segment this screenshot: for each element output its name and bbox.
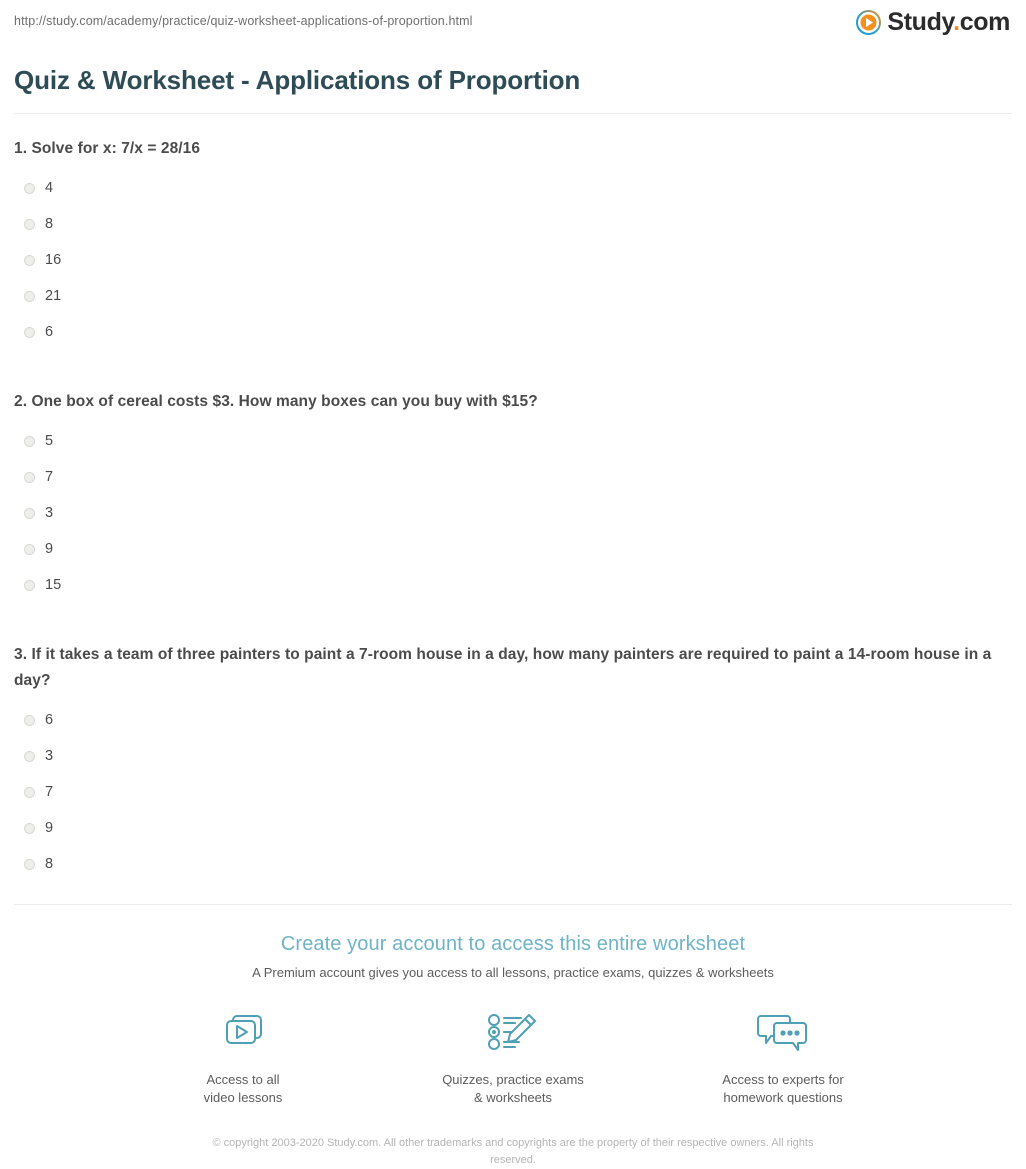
option-label: 8 xyxy=(45,856,54,872)
create-account-cta: Create your account to access this entir… xyxy=(14,904,1012,1107)
question-text: 3. If it takes a team of three painters … xyxy=(14,646,992,689)
questions-list: 1. Solve for x: 7/x = 28/16 4 8 16 21 6 … xyxy=(14,136,1012,882)
quiz-pencil-icon xyxy=(433,1009,593,1061)
option-label: 8 xyxy=(45,216,54,232)
radio-button[interactable] xyxy=(24,822,35,834)
question-text: 1. Solve for x: 7/x = 28/16 xyxy=(14,140,201,157)
premium-features: Access to all video lessons Quizzes, pra… xyxy=(14,1009,1012,1107)
feature-quizzes: Quizzes, practice exams & worksheets xyxy=(433,1009,593,1107)
question-spacer xyxy=(14,367,1012,389)
worksheet-page: http://study.com/academy/practice/quiz-w… xyxy=(0,0,1026,1166)
option-row[interactable]: 8 xyxy=(14,206,1012,242)
speech-bubbles-icon xyxy=(703,1009,863,1061)
study-com-logo[interactable]: Study.com xyxy=(856,10,1012,35)
radio-button[interactable] xyxy=(24,579,35,591)
option-row[interactable]: 7 xyxy=(14,459,1012,495)
option-label: 15 xyxy=(45,577,62,593)
radio-button[interactable] xyxy=(24,858,35,870)
option-label: 7 xyxy=(45,469,54,485)
logo-wordmark: Study.com xyxy=(887,10,1010,35)
option-row[interactable]: 3 xyxy=(14,495,1012,531)
feature-label: Access to experts for homework questions xyxy=(722,1072,844,1105)
option-row[interactable]: 3 xyxy=(14,738,1012,774)
option-row[interactable]: 8 xyxy=(14,846,1012,882)
option-label: 21 xyxy=(45,288,62,304)
radio-button[interactable] xyxy=(24,714,35,726)
option-label: 9 xyxy=(45,820,54,836)
radio-button[interactable] xyxy=(24,435,35,447)
page-title: Quiz & Worksheet - Applications of Propo… xyxy=(14,65,581,95)
cta-subtitle: A Premium account gives you access to al… xyxy=(252,965,774,980)
option-row[interactable]: 21 xyxy=(14,278,1012,314)
option-label: 7 xyxy=(45,784,54,800)
option-label: 4 xyxy=(45,180,54,196)
option-label: 3 xyxy=(45,505,54,521)
option-label: 9 xyxy=(45,541,54,557)
options-list: 4 8 16 21 6 xyxy=(14,170,1012,350)
cta-divider xyxy=(14,904,1012,905)
options-list: 5 7 3 9 15 xyxy=(14,423,1012,603)
radio-button[interactable] xyxy=(24,182,35,194)
feature-experts: Access to experts for homework questions xyxy=(703,1009,863,1107)
question-text: 2. One box of cereal costs $3. How many … xyxy=(14,393,538,410)
logo-dot: . xyxy=(953,8,960,36)
feature-label: Quizzes, practice exams & worksheets xyxy=(442,1072,584,1105)
option-row[interactable]: 9 xyxy=(14,810,1012,846)
radio-button[interactable] xyxy=(24,507,35,519)
feature-video-lessons: Access to all video lessons xyxy=(163,1009,323,1107)
options-list: 6 3 7 9 8 xyxy=(14,702,1012,882)
copyright-text: © copyright 2003-2020 Study.com. All oth… xyxy=(212,1137,814,1166)
create-account-link[interactable]: Create your account to access this entir… xyxy=(281,933,745,955)
play-circle-icon xyxy=(856,10,882,35)
option-label: 16 xyxy=(45,252,62,268)
option-row[interactable]: 5 xyxy=(14,423,1012,459)
question-3: 3. If it takes a team of three painters … xyxy=(14,642,1012,882)
question-1: 1. Solve for x: 7/x = 28/16 4 8 16 21 6 xyxy=(14,136,1012,350)
option-row[interactable]: 4 xyxy=(14,170,1012,206)
option-row[interactable]: 9 xyxy=(14,531,1012,567)
feature-label: Access to all video lessons xyxy=(203,1072,283,1105)
radio-button[interactable] xyxy=(24,471,35,483)
radio-button[interactable] xyxy=(24,326,35,338)
question-spacer xyxy=(14,620,1012,642)
title-divider xyxy=(14,113,1012,114)
radio-button[interactable] xyxy=(24,543,35,555)
option-label: 3 xyxy=(45,748,54,764)
logo-suffix: com xyxy=(959,8,1011,36)
option-row[interactable]: 16 xyxy=(14,242,1012,278)
page-url: http://study.com/academy/practice/quiz-w… xyxy=(14,14,473,28)
radio-button[interactable] xyxy=(24,218,35,230)
option-row[interactable]: 6 xyxy=(14,702,1012,738)
option-label: 6 xyxy=(45,324,54,340)
radio-button[interactable] xyxy=(24,786,35,798)
radio-button[interactable] xyxy=(24,290,35,302)
page-header: http://study.com/academy/practice/quiz-w… xyxy=(14,0,1012,46)
radio-button[interactable] xyxy=(24,254,35,266)
option-row[interactable]: 6 xyxy=(14,314,1012,350)
video-lessons-icon xyxy=(163,1009,323,1061)
logo-name: Study xyxy=(887,8,954,36)
option-label: 5 xyxy=(45,433,54,449)
option-row[interactable]: 7 xyxy=(14,774,1012,810)
question-2: 2. One box of cereal costs $3. How many … xyxy=(14,389,1012,603)
option-label: 6 xyxy=(45,712,54,728)
option-row[interactable]: 15 xyxy=(14,567,1012,603)
radio-button[interactable] xyxy=(24,750,35,762)
